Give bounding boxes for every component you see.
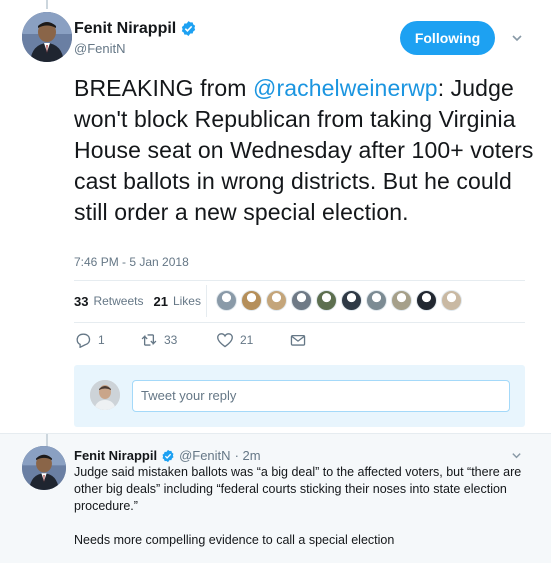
liker-avatar[interactable] bbox=[266, 290, 287, 311]
reply-input[interactable]: Tweet your reply bbox=[132, 380, 510, 412]
divider bbox=[74, 322, 525, 323]
reply-composer: Tweet your reply bbox=[74, 365, 525, 427]
verified-badge-icon bbox=[162, 449, 174, 462]
tweet-text-prefix: BREAKING from bbox=[74, 75, 254, 101]
thread-line bbox=[46, 0, 48, 9]
reply-time[interactable]: · 2m bbox=[235, 448, 261, 463]
divider bbox=[74, 280, 525, 281]
retweet-count: 33 bbox=[164, 333, 178, 347]
chevron-down-icon[interactable] bbox=[511, 450, 522, 461]
retweets-label: Retweets bbox=[93, 294, 144, 308]
reply-paragraph: Needs more compelling evidence to call a… bbox=[74, 533, 395, 547]
reply-header: Fenit Nirappil @FenitN · 2m bbox=[74, 448, 261, 463]
liker-avatar[interactable] bbox=[316, 290, 337, 311]
reply-paragraph: Judge said mistaken ballots was “a big d… bbox=[74, 465, 522, 513]
reply-author-screen-name[interactable]: @FenitN bbox=[179, 448, 231, 463]
tweet-timestamp[interactable]: 7:46 PM - 5 Jan 2018 bbox=[74, 255, 189, 269]
reply-author-avatar[interactable] bbox=[22, 446, 66, 490]
like-action[interactable]: 21 bbox=[216, 332, 289, 348]
liker-avatar[interactable] bbox=[441, 290, 462, 311]
mention-link[interactable]: @rachelweinerwp bbox=[253, 75, 438, 101]
reply-count: 1 bbox=[98, 333, 105, 347]
retweet-action[interactable]: 33 bbox=[140, 332, 216, 348]
verified-badge-icon bbox=[181, 21, 196, 36]
retweet-icon bbox=[141, 334, 157, 346]
liker-avatar[interactable] bbox=[216, 290, 237, 311]
direct-message-action[interactable] bbox=[289, 332, 313, 348]
tweet-actions: 1 33 21 bbox=[74, 332, 313, 348]
liker-avatar[interactable] bbox=[416, 290, 437, 311]
liker-avatar[interactable] bbox=[241, 290, 262, 311]
likes-label: Likes bbox=[172, 294, 201, 308]
current-user-avatar bbox=[90, 380, 120, 410]
reply-text: Judge said mistaken ballots was “a big d… bbox=[74, 464, 524, 549]
reply-action[interactable]: 1 bbox=[74, 332, 140, 348]
following-button[interactable]: Following bbox=[400, 21, 495, 55]
author-avatar[interactable] bbox=[22, 12, 72, 62]
reply-author-name[interactable]: Fenit Nirappil bbox=[74, 448, 157, 463]
reply-icon bbox=[76, 333, 91, 348]
main-tweet: Fenit Nirappil @FenitN Following BREAKIN… bbox=[0, 0, 551, 433]
author-display-name[interactable]: Fenit Nirappil bbox=[74, 20, 176, 38]
liker-avatar[interactable] bbox=[341, 290, 362, 311]
stats-separator bbox=[206, 285, 207, 317]
author-screen-name[interactable]: @FenitN bbox=[74, 41, 126, 56]
retweets-count: 33 bbox=[74, 293, 89, 309]
thread-line bbox=[46, 434, 48, 446]
tweet-text: BREAKING from @rachelweinerwp: Judge won… bbox=[74, 73, 534, 228]
liker-avatar[interactable] bbox=[391, 290, 412, 311]
envelope-icon bbox=[290, 334, 306, 346]
likes-count: 21 bbox=[153, 293, 168, 309]
liker-avatar[interactable] bbox=[366, 290, 387, 311]
chevron-down-icon[interactable] bbox=[511, 32, 523, 44]
likers-avatars bbox=[216, 290, 466, 311]
retweets-stat[interactable]: 33 Retweets bbox=[74, 294, 144, 309]
like-count: 21 bbox=[240, 333, 254, 347]
heart-icon bbox=[217, 333, 233, 348]
tweet-stats: 33 Retweets 21 Likes bbox=[74, 290, 201, 312]
reply-tweet[interactable]: Fenit Nirappil @FenitN · 2m Judge said m… bbox=[0, 433, 551, 563]
liker-avatar[interactable] bbox=[291, 290, 312, 311]
likes-stat[interactable]: 21 Likes bbox=[154, 294, 201, 309]
